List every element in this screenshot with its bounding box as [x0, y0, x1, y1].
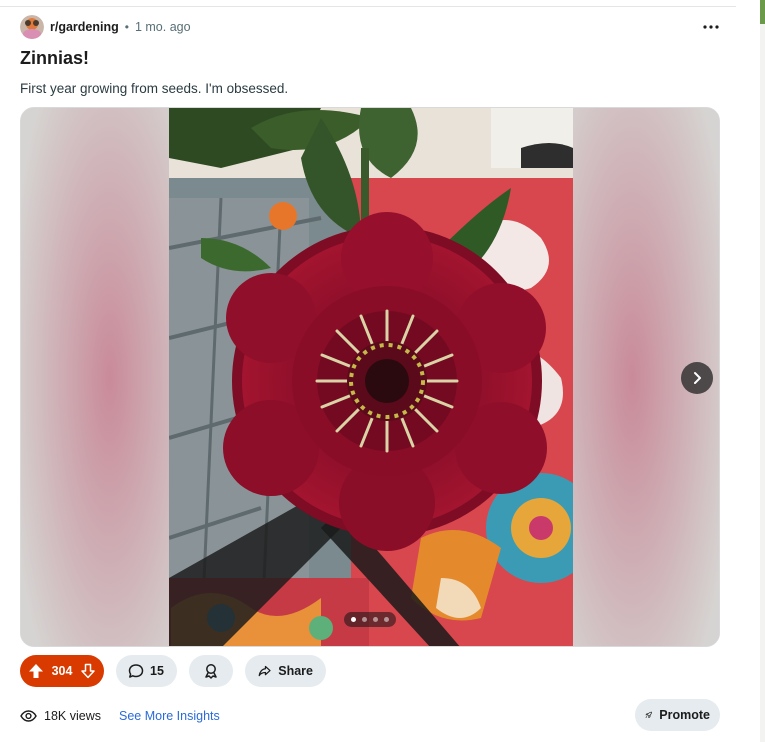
page-scrollbar-track[interactable]: [760, 0, 765, 742]
more-options-button[interactable]: [696, 16, 726, 38]
adjacent-thumbnail-edge: [760, 0, 765, 24]
promote-button[interactable]: Promote: [635, 699, 720, 731]
gallery-dot[interactable]: [373, 617, 378, 622]
more-horizontal-icon: [703, 25, 719, 29]
comment-bubble-icon: [128, 664, 144, 678]
rocket-icon: [645, 711, 652, 719]
gallery-dot[interactable]: [351, 617, 356, 622]
post-meta: r/gardening • 1 mo. ago: [20, 14, 191, 40]
post-body: First year growing from seeds. I'm obses…: [20, 81, 289, 96]
arrow-down-icon[interactable]: [80, 663, 96, 679]
vote-count: 304: [51, 664, 73, 678]
gallery-image: [21, 108, 719, 646]
see-more-insights-link[interactable]: See More Insights: [119, 706, 220, 726]
gallery-pagination: [344, 612, 396, 627]
share-button[interactable]: Share: [245, 655, 326, 687]
next-image-button[interactable]: [681, 362, 713, 394]
vote-button-group: 304: [20, 655, 104, 687]
subreddit-name[interactable]: r/gardening: [50, 20, 119, 34]
meta-separator: •: [124, 20, 129, 34]
post-title[interactable]: Zinnias!: [20, 48, 89, 69]
arrow-up-icon[interactable]: [28, 663, 44, 679]
views-label: 18K views: [44, 709, 101, 723]
award-icon: [205, 664, 217, 679]
post-time: 1 mo. ago: [134, 20, 191, 34]
promote-label: Promote: [659, 708, 710, 722]
comments-button[interactable]: 15: [116, 655, 177, 687]
gallery-dot[interactable]: [384, 617, 389, 622]
comment-count: 15: [150, 664, 164, 678]
chevron-right-icon: [694, 372, 701, 384]
share-label: Share: [278, 664, 313, 678]
eye-icon: [20, 710, 37, 722]
share-arrow-icon: [258, 665, 271, 677]
image-gallery[interactable]: [20, 107, 720, 647]
gallery-dot[interactable]: [362, 617, 367, 622]
award-button[interactable]: [189, 655, 233, 687]
view-count: 18K views: [20, 706, 101, 726]
subreddit-avatar[interactable]: [20, 15, 44, 39]
post-card: r/gardening • 1 mo. ago Zinnias! First y…: [0, 0, 740, 742]
